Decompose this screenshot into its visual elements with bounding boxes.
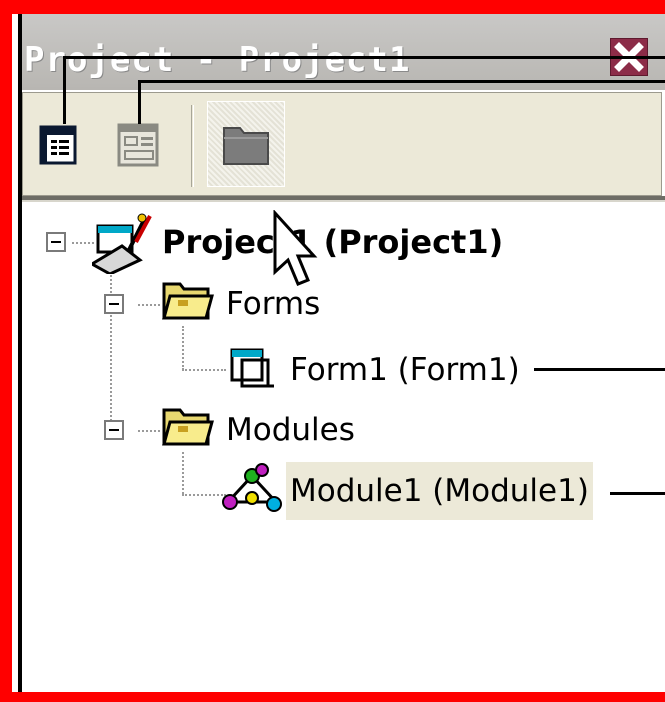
callout-line: [63, 56, 665, 59]
view-code-icon: [39, 125, 77, 165]
tree-connector: [182, 452, 184, 494]
tree-connector: [138, 304, 160, 306]
view-code-button[interactable]: [37, 123, 83, 169]
view-object-icon: [117, 123, 159, 167]
title-bar[interactable]: Project - Project1: [22, 14, 665, 90]
project-tree[interactable]: Project1 (Project1) Forms Form1 (Form1) …: [22, 206, 665, 690]
view-object-button[interactable]: [115, 121, 165, 171]
callout-line: [610, 492, 665, 495]
tree-connector: [138, 430, 160, 432]
modules-folder-label[interactable]: Modules: [226, 410, 355, 450]
tree-connector: [182, 369, 226, 371]
folder-icon: [162, 278, 214, 326]
tree-connector: [182, 326, 184, 370]
toolbar: [22, 92, 662, 196]
folder-icon: [223, 127, 269, 165]
folder-icon: [162, 404, 214, 452]
tree-connector: [110, 268, 112, 428]
toolbar-separator: [191, 105, 194, 187]
toolbar-bottom-edge: [22, 196, 665, 206]
form-icon: [228, 346, 276, 394]
tree-connector: [182, 494, 226, 496]
form1-label[interactable]: Form1 (Form1): [290, 350, 520, 390]
collapse-project-toggle[interactable]: [46, 232, 66, 252]
window-title: Project - Project1: [24, 40, 411, 80]
vb-project-icon: [89, 212, 154, 278]
toggle-folders-button[interactable]: [207, 101, 285, 187]
callout-line: [63, 56, 66, 124]
callout-line: [138, 80, 141, 124]
mouse-pointer-icon: [272, 209, 318, 292]
callout-line: [534, 368, 665, 371]
tree-connector: [72, 242, 94, 244]
module-icon: [222, 462, 282, 522]
collapse-modules-toggle[interactable]: [104, 420, 124, 440]
project-root-label[interactable]: Project1 (Project1): [162, 222, 503, 262]
callout-line: [138, 80, 665, 83]
module1-label[interactable]: Module1 (Module1): [286, 462, 593, 520]
collapse-forms-toggle[interactable]: [104, 294, 124, 314]
